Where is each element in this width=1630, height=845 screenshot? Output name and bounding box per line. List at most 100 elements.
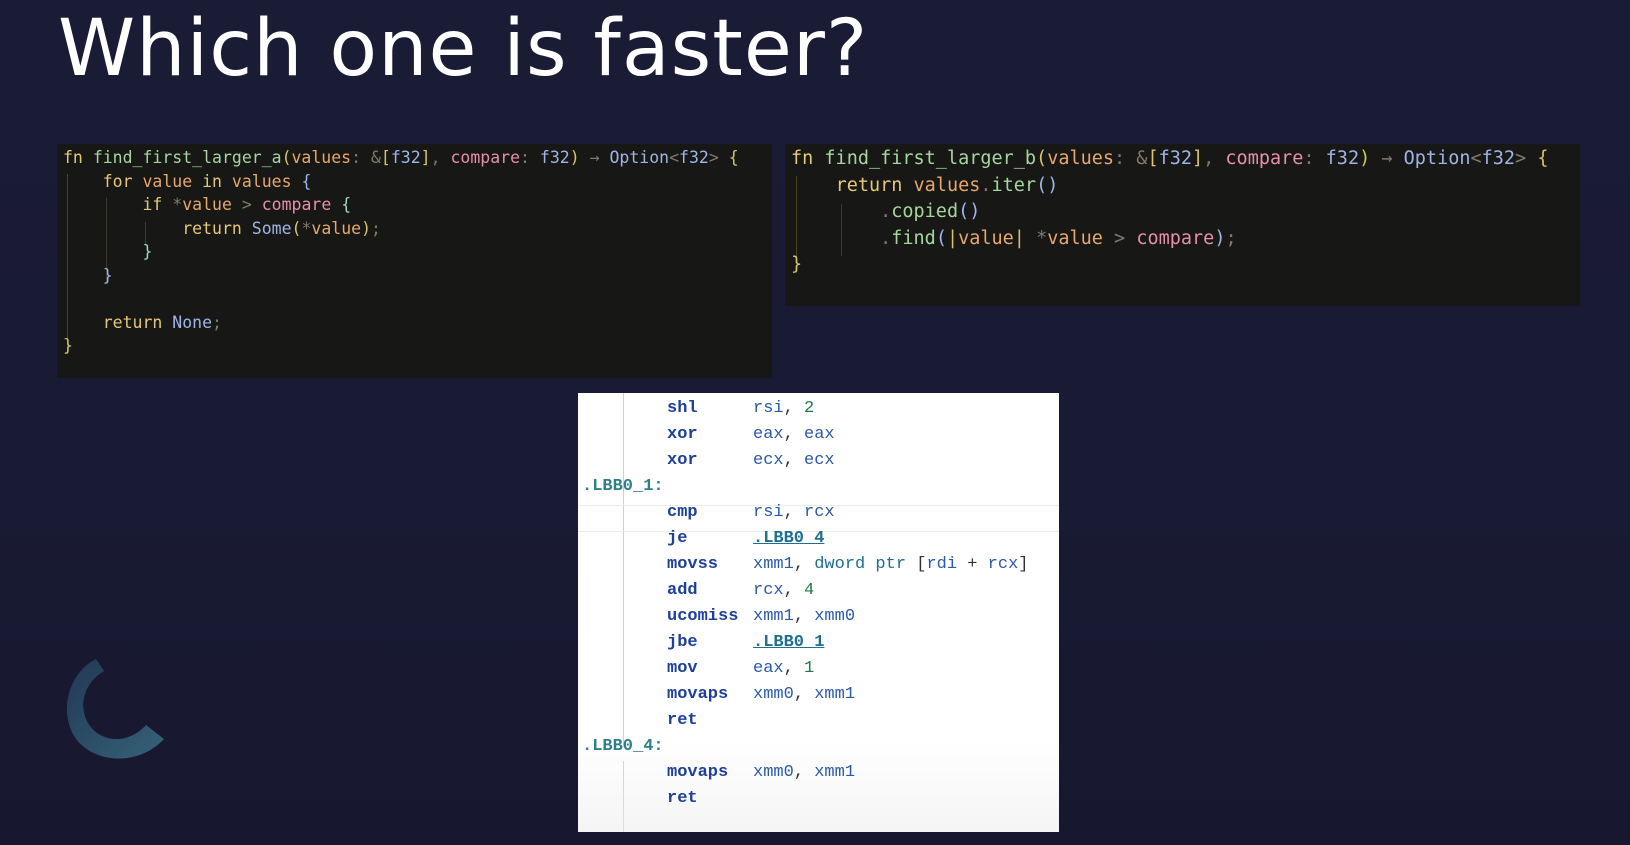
slide-title: Which one is faster? bbox=[58, 4, 869, 94]
code-line: .find(|value| *value > compare); bbox=[791, 228, 1237, 255]
assembly-operand: , bbox=[793, 685, 815, 704]
code-token: None bbox=[172, 312, 213, 332]
code-token: | bbox=[946, 227, 959, 249]
code-token: | bbox=[1013, 227, 1025, 249]
code-token: find_first_larger_b bbox=[824, 148, 1037, 169]
code-token: find_first_larger_a bbox=[92, 148, 282, 167]
assembly-label: .LBB0_1: bbox=[582, 477, 664, 496]
code-token: ; bbox=[371, 218, 381, 238]
assembly-operand: , bbox=[783, 659, 805, 678]
assembly-opcode: xor bbox=[667, 451, 698, 470]
code-token: values bbox=[913, 174, 981, 196]
code-token: f32 bbox=[679, 148, 709, 167]
crescent-logo-icon bbox=[66, 659, 164, 759]
code-line: fn find_first_larger_b(values: &[f32], c… bbox=[791, 148, 1548, 175]
code-token: find bbox=[891, 227, 936, 249]
assembly-operand: rcx bbox=[804, 503, 835, 522]
code-token: ; bbox=[1225, 227, 1237, 249]
code-token: ) bbox=[361, 218, 371, 238]
assembly-operand: [ bbox=[906, 555, 927, 574]
assembly-operand: , bbox=[783, 581, 805, 600]
assembly-opcode: shl bbox=[667, 399, 698, 418]
code-token: . bbox=[980, 174, 992, 196]
code-token: > bbox=[231, 195, 262, 214]
assembly-opcode: movss bbox=[667, 555, 719, 574]
assembly-operand: , bbox=[783, 451, 805, 470]
assembly-operand: rsi bbox=[753, 503, 784, 522]
assembly-operand: rcx bbox=[753, 581, 784, 600]
assembly-operands: rsi, 2 bbox=[753, 399, 814, 418]
code-line: .copied() bbox=[791, 201, 980, 228]
code-token: fn bbox=[791, 148, 814, 169]
code-token: compare bbox=[450, 148, 521, 167]
assembly-jump-link[interactable]: .LBB0_1 bbox=[753, 633, 824, 652]
code-token: copied bbox=[891, 201, 959, 222]
assembly-operands: .LBB0_1 bbox=[753, 633, 824, 652]
code-token: ) bbox=[1214, 227, 1226, 249]
assembly-row: xor eax, eax bbox=[578, 425, 1059, 452]
assembly-row: movss xmm1, dword ptr [rdi + rcx] bbox=[578, 555, 1059, 582]
code-token: } bbox=[102, 265, 113, 285]
code-line: for value in values { bbox=[63, 171, 312, 196]
code-line: } bbox=[63, 266, 113, 290]
assembly-operand: , bbox=[783, 425, 805, 444]
code-token: : bbox=[1303, 148, 1326, 169]
assembly-row: movaps xmm0, xmm1 bbox=[578, 763, 1059, 790]
assembly-operand: 4 bbox=[804, 581, 815, 600]
code-token: { bbox=[728, 148, 739, 167]
code-token: : & bbox=[351, 148, 381, 167]
assembly-operands: xmm0, xmm1 bbox=[753, 685, 855, 704]
code-token: > bbox=[708, 148, 729, 167]
code-token: f32 bbox=[1325, 148, 1360, 169]
code-token: , bbox=[1203, 148, 1226, 169]
code-token: iter bbox=[991, 174, 1037, 196]
assembly-row: shl rsi, 2 bbox=[578, 399, 1059, 426]
assembly-opcode: mov bbox=[667, 659, 698, 678]
code-token: → bbox=[1370, 148, 1404, 169]
code-token: f32 bbox=[539, 148, 570, 167]
assembly-jump-link[interactable]: .LBB0_4 bbox=[753, 529, 824, 548]
code-token: → bbox=[579, 148, 610, 167]
assembly-row: ret bbox=[578, 711, 1059, 738]
code-token: } bbox=[63, 336, 73, 355]
code-line: if *value > compare { bbox=[63, 195, 351, 219]
code-token: [ bbox=[1147, 148, 1159, 169]
assembly-panel: shl rsi, 2 xor eax, eax xor ecx, ecx .LBB0_1: c… bbox=[578, 393, 1059, 832]
code-line: fn find_first_larger_a(values: &[f32], c… bbox=[63, 148, 739, 172]
code-line: return None; bbox=[63, 313, 222, 337]
code-token: if bbox=[142, 195, 163, 214]
assembly-row: cmp rsi, rcx bbox=[578, 503, 1059, 530]
assembly-operand: xmm1 bbox=[753, 555, 794, 574]
assembly-operand: , bbox=[783, 399, 805, 418]
code-token: * bbox=[1024, 227, 1048, 249]
assembly-operands: xmm1, xmm0 bbox=[753, 607, 855, 626]
code-token: } bbox=[791, 254, 803, 275]
assembly-operand: , bbox=[783, 503, 805, 522]
assembly-operand: + bbox=[957, 555, 988, 574]
assembly-operands: xmm0, xmm1 bbox=[753, 763, 855, 782]
code-token: return bbox=[835, 174, 903, 196]
code-token: value bbox=[958, 227, 1014, 249]
assembly-operand: dword ptr bbox=[814, 555, 907, 574]
code-token: Option bbox=[1403, 148, 1471, 169]
code-token: { bbox=[1537, 148, 1549, 169]
code-token: > bbox=[1515, 148, 1538, 169]
code-token: ] bbox=[1192, 148, 1204, 169]
assembly-operand: ecx bbox=[753, 451, 784, 470]
code-token: for bbox=[102, 171, 133, 191]
code-token: . bbox=[791, 227, 892, 249]
code-token: f32 bbox=[1481, 148, 1516, 169]
code-token: return bbox=[102, 312, 163, 332]
assembly-operands: rcx, 4 bbox=[753, 581, 814, 600]
code-token: compare bbox=[1225, 148, 1304, 169]
